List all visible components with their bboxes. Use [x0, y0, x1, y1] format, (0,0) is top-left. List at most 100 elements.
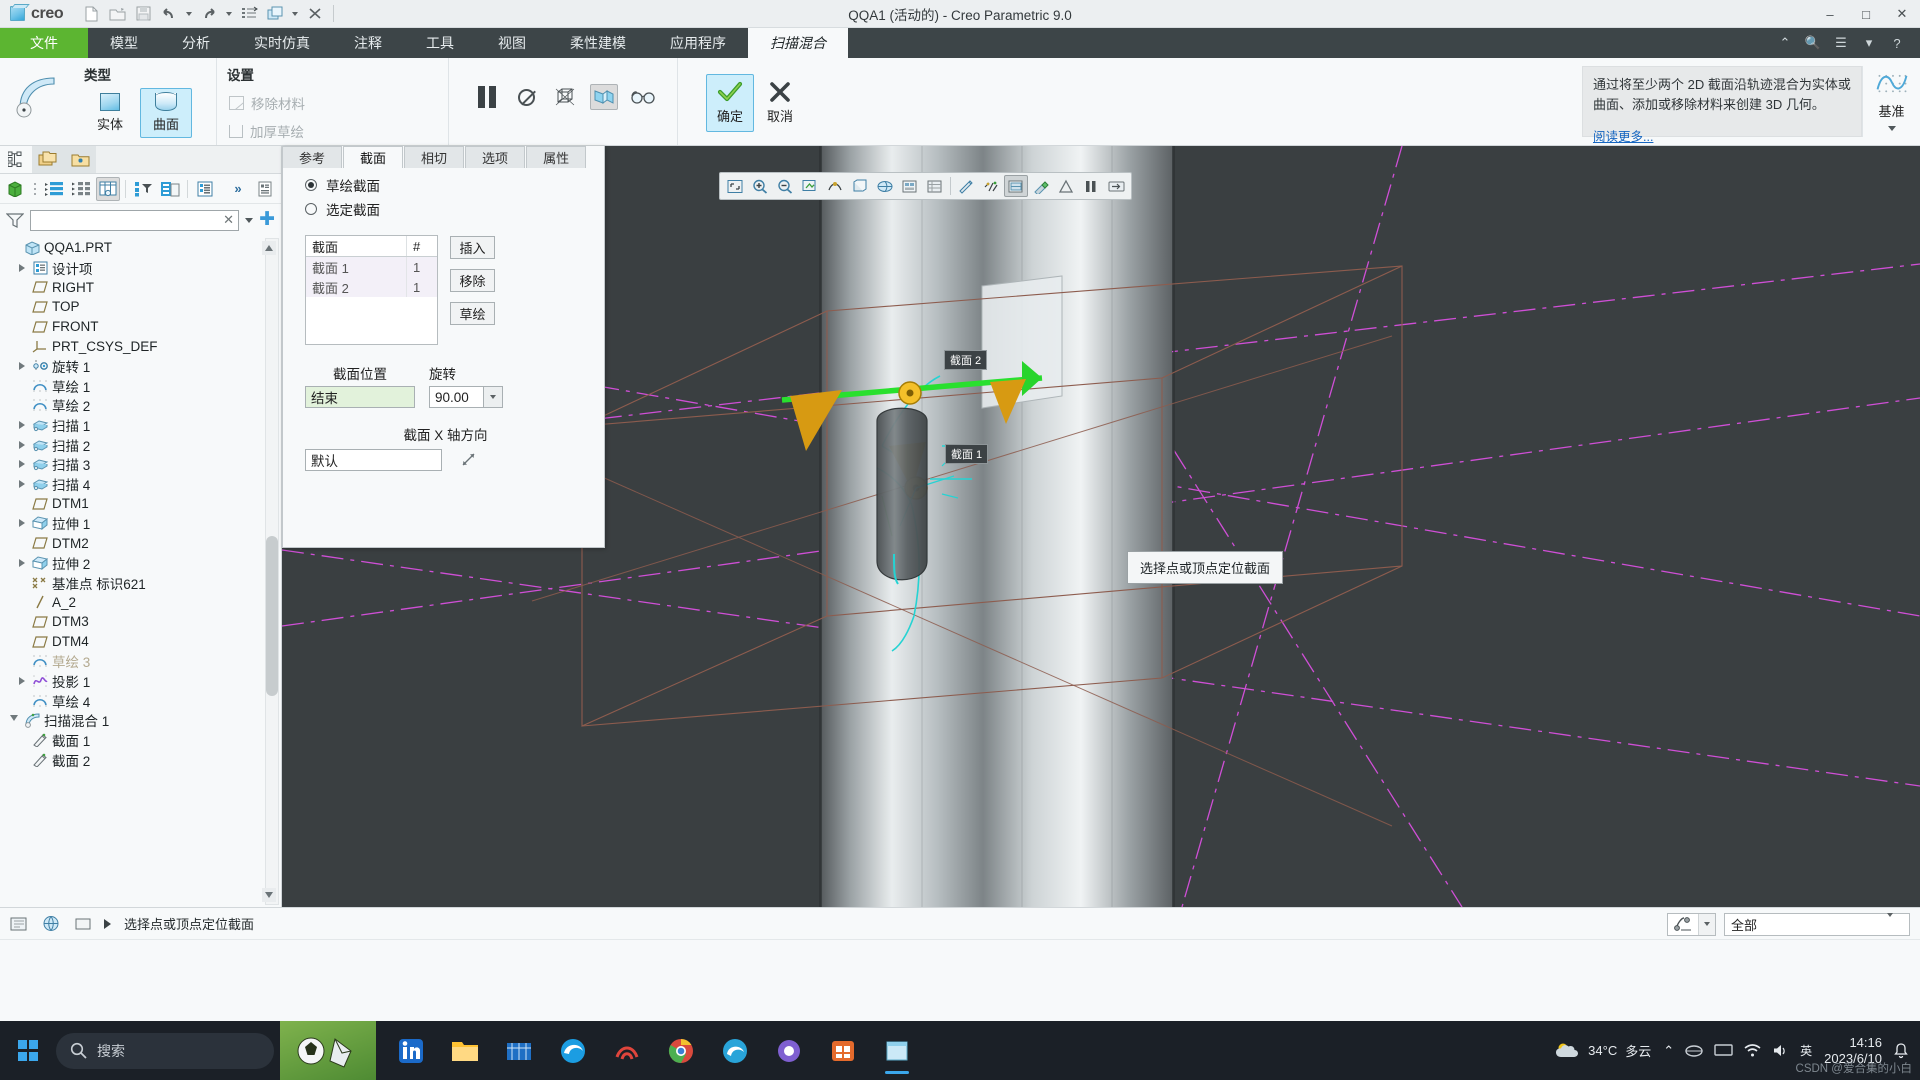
tab-file[interactable]: 文件 — [0, 28, 88, 58]
notification-bell-icon[interactable] — [1894, 1042, 1908, 1060]
section-2-tag[interactable]: 截面 2 — [944, 350, 988, 370]
tree-item-扫描-2[interactable]: 扫描 2 — [0, 435, 281, 455]
file-explorer-app[interactable] — [440, 1026, 490, 1076]
flip-direction-button[interactable] — [456, 447, 482, 471]
cancel-button[interactable]: 取消 — [756, 74, 804, 132]
refit-icon[interactable] — [723, 175, 747, 197]
layer-tree-tab[interactable] — [32, 146, 64, 173]
spin-center-icon[interactable] — [823, 175, 847, 197]
dialog-tab-tangency[interactable]: 相切 — [404, 146, 465, 168]
tree-item-旋转-1[interactable]: 旋转 1 — [0, 356, 281, 376]
ribbon-help-icon[interactable]: ? — [1888, 34, 1906, 52]
maximize-button[interactable]: □ — [1848, 0, 1884, 28]
tree-item-a_2[interactable]: A_2 — [0, 592, 281, 612]
selection-filter-dropdown[interactable]: 全部 — [1724, 912, 1910, 936]
tree-item-截面-2[interactable]: 截面 2 — [0, 750, 281, 770]
ribbon-user-icon[interactable]: ☰ — [1832, 34, 1850, 52]
globe-status-icon[interactable] — [40, 913, 62, 935]
wireframe-preview-button[interactable] — [551, 84, 579, 110]
selection-filter-caret-icon[interactable] — [1887, 912, 1903, 932]
tree-item-草绘-1[interactable]: 草绘 1 — [0, 376, 281, 396]
section-position-input[interactable]: 结束 — [305, 386, 415, 408]
wifi-app[interactable] — [602, 1026, 652, 1076]
tree-item-right[interactable]: RIGHT — [0, 277, 281, 297]
ribbon-search-icon[interactable]: 🔍 — [1804, 34, 1822, 52]
collapse-all-icon[interactable] — [69, 177, 93, 201]
tree-item-dtm1[interactable]: DTM1 — [0, 494, 281, 514]
pause-play-icon[interactable] — [1079, 175, 1103, 197]
tree-item-top[interactable]: TOP — [0, 297, 281, 317]
sketch-section-radio[interactable]: 草绘截面 — [305, 173, 586, 197]
start-button[interactable] — [0, 1021, 56, 1080]
tree-item-扫描混合-1[interactable]: 扫描混合 1 — [0, 711, 281, 731]
x-direction-input[interactable]: 默认 — [305, 449, 442, 471]
table-row[interactable]: 截面 2 1 — [306, 277, 437, 297]
tree-search-input[interactable]: ✕ — [30, 209, 240, 231]
creo-app[interactable] — [872, 1026, 922, 1076]
store-app[interactable] — [494, 1026, 544, 1076]
selection-tool-dropdown[interactable] — [1667, 912, 1716, 936]
rotation-select[interactable]: 90.00 — [429, 386, 503, 408]
add-filter-icon[interactable]: ✚ — [259, 210, 275, 229]
tree-expand-arrow-icon[interactable] — [14, 421, 30, 430]
confirm-button[interactable]: 确定 — [706, 74, 754, 132]
tree-item-拉伸-1[interactable]: 拉伸 1 — [0, 514, 281, 534]
weather-widget[interactable]: 34°C 多云 — [1554, 1041, 1651, 1061]
table-row[interactable]: 截面 1 1 — [306, 257, 437, 277]
regenerate-icon[interactable] — [237, 3, 261, 25]
tab-analysis[interactable]: 分析 — [160, 28, 232, 58]
tree-item-拉伸-2[interactable]: 拉伸 2 — [0, 553, 281, 573]
tree-settings-icon[interactable] — [193, 177, 217, 201]
linkedin-app[interactable] — [386, 1026, 436, 1076]
shaded-preview-button[interactable] — [590, 84, 618, 110]
repaint-icon[interactable] — [798, 175, 822, 197]
no-preview-button[interactable] — [512, 84, 540, 110]
tree-item-投影-1[interactable]: 投影 1 — [0, 671, 281, 691]
remove-button[interactable]: 移除 — [450, 269, 495, 292]
thicken-sketch-checkbox[interactable]: 加厚草绘 — [227, 118, 306, 144]
edge-app[interactable] — [548, 1026, 598, 1076]
close-button[interactable]: ✕ — [1884, 0, 1920, 28]
folder-browser-tab[interactable] — [64, 146, 96, 173]
rotation-input[interactable]: 90.00 — [429, 386, 484, 408]
model-tree-tab[interactable] — [0, 146, 32, 173]
tree-item-草绘-4[interactable]: 草绘 4 — [0, 691, 281, 711]
tree-item-qqa1.prt[interactable]: QQA1.PRT — [0, 238, 281, 258]
annotation-display-icon[interactable] — [954, 175, 978, 197]
tab-swept-blend[interactable]: 扫描混合 — [748, 28, 848, 58]
remove-material-checkbox[interactable]: 移除材料 — [227, 90, 307, 116]
tray-expand-icon[interactable]: ⌃ — [1663, 1043, 1674, 1059]
tree-expand-arrow-icon[interactable] — [14, 460, 30, 469]
tree-item-dtm2[interactable]: DTM2 — [0, 533, 281, 553]
tree-overflow-icon[interactable]: » — [226, 177, 250, 201]
datum-display-icon[interactable] — [979, 175, 1003, 197]
office-app[interactable] — [764, 1026, 814, 1076]
layer-status-icon[interactable] — [72, 913, 94, 935]
tree-item-截面-1[interactable]: 截面 1 — [0, 730, 281, 750]
tree-expand-arrow-icon[interactable] — [14, 558, 30, 567]
tree-scroll-down-button[interactable] — [262, 888, 276, 902]
spin-display-icon[interactable] — [1004, 175, 1028, 197]
tree-scrollbar-thumb[interactable] — [266, 536, 278, 696]
filter-dropdown-caret-icon[interactable] — [245, 217, 254, 223]
datum-dropdown-caret-icon[interactable] — [1887, 126, 1896, 131]
tree-item-prt_csys_def[interactable]: PRT_CSYS_DEF — [0, 336, 281, 356]
tree-expand-arrow-icon[interactable] — [14, 263, 30, 272]
glasses-preview-button[interactable] — [629, 84, 657, 110]
tree-item-扫描-1[interactable]: 扫描 1 — [0, 415, 281, 435]
minimize-button[interactable]: – — [1812, 0, 1848, 28]
chrome-app[interactable] — [656, 1026, 706, 1076]
pause-button[interactable] — [473, 84, 501, 110]
tree-item-dtm3[interactable]: DTM3 — [0, 612, 281, 632]
type-solid-button[interactable]: 实体 — [84, 88, 136, 138]
dialog-tab-references[interactable]: 参考 — [282, 146, 343, 168]
tree-expand-arrow-icon[interactable] — [14, 676, 30, 685]
model-display-icon[interactable] — [4, 177, 28, 201]
tree-item-扫描-3[interactable]: 扫描 3 — [0, 455, 281, 475]
msstore-app[interactable] — [818, 1026, 868, 1076]
tree-item-基准点-标识621[interactable]: 基准点 标识621 — [0, 573, 281, 593]
ime-indicator[interactable]: 英 — [1800, 1044, 1812, 1058]
tray-wifi-icon[interactable] — [1744, 1043, 1761, 1058]
tree-item-草绘-3[interactable]: 草绘 3 — [0, 651, 281, 671]
window-dropdown-caret-icon[interactable] — [289, 3, 301, 25]
